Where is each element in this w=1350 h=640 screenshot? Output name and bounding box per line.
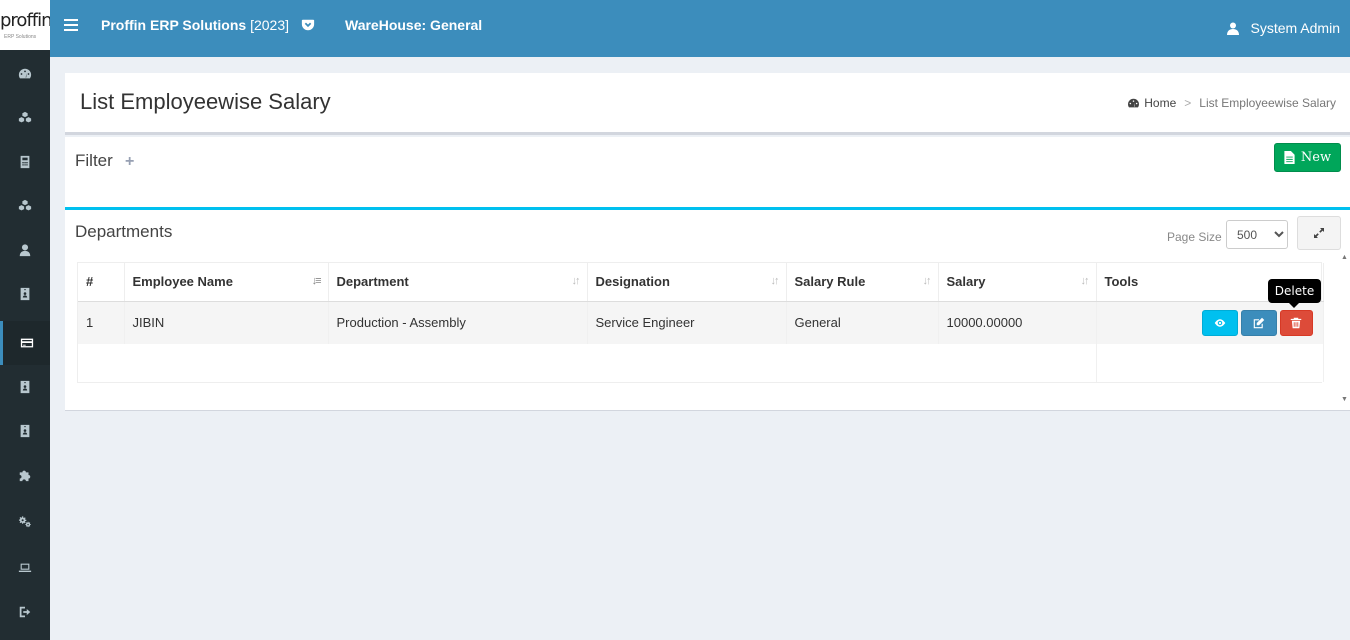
- sort-asc-icon: ↓≡: [311, 275, 322, 287]
- cubes-icon: [18, 111, 32, 123]
- table-empty-row: [78, 344, 1324, 382]
- user-menu[interactable]: System Admin: [1226, 20, 1340, 36]
- sort-icon: ↓↑: [770, 275, 780, 287]
- dashboard-icon: [1128, 98, 1140, 107]
- id-card-icon: [20, 380, 30, 394]
- cell-designation: Service Engineer: [587, 301, 787, 344]
- delete-button[interactable]: [1279, 309, 1313, 336]
- expand-icon: [1314, 228, 1324, 238]
- delete-tooltip: Delete: [1268, 279, 1321, 308]
- laptop-icon: [18, 563, 32, 572]
- dashboard-icon: [18, 68, 32, 79]
- column-header-salary-rule[interactable]: Salary Rule ↓↑: [786, 263, 939, 302]
- user-icon: [1226, 22, 1239, 35]
- cubes-icon: [18, 199, 32, 211]
- page-size-select[interactable]: 500: [1226, 220, 1288, 249]
- empty-tools-cell: [1095, 344, 1324, 382]
- content-header: List Employeewise Salary Home > List Emp…: [65, 73, 1350, 135]
- eye-icon: [1214, 319, 1225, 327]
- page-title: List Employeewise Salary: [80, 89, 331, 114]
- salary-table-wrapper: # Employee Name ↓≡ Department ↓↑ Designati…: [77, 262, 1324, 383]
- sidebar: [0, 50, 50, 640]
- logo-subtitle: ERP Solutions: [4, 34, 37, 40]
- new-button[interactable]: New: [1274, 143, 1341, 172]
- column-header-number[interactable]: #: [78, 263, 125, 302]
- departments-box: Departments Page Size 500 ▲ ▼ # Employee…: [65, 207, 1350, 411]
- sidebar-item-hr[interactable]: [0, 272, 50, 316]
- breadcrumb: Home > List Employeewise Salary: [1127, 96, 1336, 110]
- file-text-icon: [1284, 151, 1295, 164]
- sidebar-item-settings[interactable]: [0, 500, 50, 544]
- page-size-label: Page Size: [1167, 230, 1222, 244]
- filter-box: Filter + New: [65, 137, 1350, 207]
- cell-department: Production - Assembly: [328, 301, 588, 344]
- top-navbar: Proffin ERP Solutions [2023] WareHouse: …: [0, 0, 1350, 57]
- sidebar-item-accounts[interactable]: [0, 140, 50, 184]
- scroll-down-arrow[interactable]: ▼: [1341, 396, 1348, 403]
- pocket-icon[interactable]: [301, 18, 315, 32]
- breadcrumb-separator: >: [1184, 96, 1192, 110]
- sort-icon: ↓↑: [922, 275, 932, 287]
- cell-salary: 10000.00000: [938, 301, 1097, 344]
- sort-icon: ↓↑: [1080, 275, 1090, 287]
- cell-employee-name: JIBIN: [124, 301, 329, 344]
- empty-cell: [78, 344, 1097, 382]
- app-title[interactable]: Proffin ERP Solutions [2023]: [101, 17, 289, 33]
- logo-text: proffin: [0, 10, 50, 31]
- column-header-designation[interactable]: Designation ↓↑: [587, 263, 787, 302]
- sidebar-item-modules[interactable]: [0, 453, 50, 497]
- expand-button[interactable]: [1297, 216, 1341, 250]
- id-card-icon: [20, 424, 30, 438]
- id-card-icon: [20, 287, 30, 301]
- user-name: System Admin: [1250, 20, 1340, 36]
- column-header-salary[interactable]: Salary ↓↑: [938, 263, 1097, 302]
- sidebar-item-employees[interactable]: [0, 409, 50, 453]
- departments-title: Departments: [75, 222, 173, 241]
- edit-icon: [1253, 317, 1264, 328]
- calculator-icon: [20, 155, 30, 169]
- filter-title: Filter: [75, 151, 113, 170]
- cell-number: 1: [78, 301, 125, 344]
- edit-button[interactable]: [1240, 309, 1277, 336]
- puzzle-icon: [19, 470, 31, 482]
- column-header-employee-name[interactable]: Employee Name ↓≡: [124, 263, 329, 302]
- sidebar-item-dashboard[interactable]: [0, 52, 50, 96]
- cogs-icon: [18, 516, 31, 528]
- new-button-label: New: [1300, 150, 1332, 165]
- sidebar-item-users[interactable]: [0, 228, 50, 272]
- breadcrumb-current: List Employeewise Salary: [1199, 96, 1336, 110]
- column-header-department[interactable]: Department ↓↑: [328, 263, 588, 302]
- sidebar-item-logout[interactable]: [0, 590, 50, 634]
- sort-icon: ↓↑: [571, 275, 581, 287]
- sign-out-icon: [19, 606, 31, 618]
- table-row[interactable]: 1 JIBIN Production - Assembly Service En…: [78, 301, 1324, 344]
- app-year: [2023]: [250, 17, 290, 33]
- logo[interactable]: proffin ERP Solutions: [0, 0, 50, 50]
- sidebar-item-inventory[interactable]: [0, 184, 50, 228]
- credit-card-icon: [20, 338, 33, 348]
- sidebar-item-system[interactable]: [0, 546, 50, 590]
- menu-toggle-icon[interactable]: [64, 19, 78, 31]
- scroll-up-arrow[interactable]: ▲: [1341, 254, 1348, 261]
- sidebar-item-products[interactable]: [0, 96, 50, 140]
- sidebar-item-payroll[interactable]: [0, 321, 50, 365]
- sidebar-item-attendance[interactable]: [0, 365, 50, 409]
- plus-icon[interactable]: +: [125, 153, 134, 171]
- table-header-row: # Employee Name ↓≡ Department ↓↑ Designati…: [78, 263, 1324, 302]
- app-name: Proffin ERP Solutions: [101, 17, 247, 33]
- trash-icon: [1290, 317, 1302, 328]
- view-button[interactable]: [1201, 309, 1238, 336]
- cell-salary-rule: General: [786, 301, 939, 344]
- breadcrumb-home[interactable]: Home: [1144, 96, 1176, 110]
- salary-table: # Employee Name ↓≡ Department ↓↑ Designati…: [78, 263, 1324, 382]
- user-icon: [19, 244, 31, 257]
- warehouse-label[interactable]: WareHouse: General: [345, 17, 482, 33]
